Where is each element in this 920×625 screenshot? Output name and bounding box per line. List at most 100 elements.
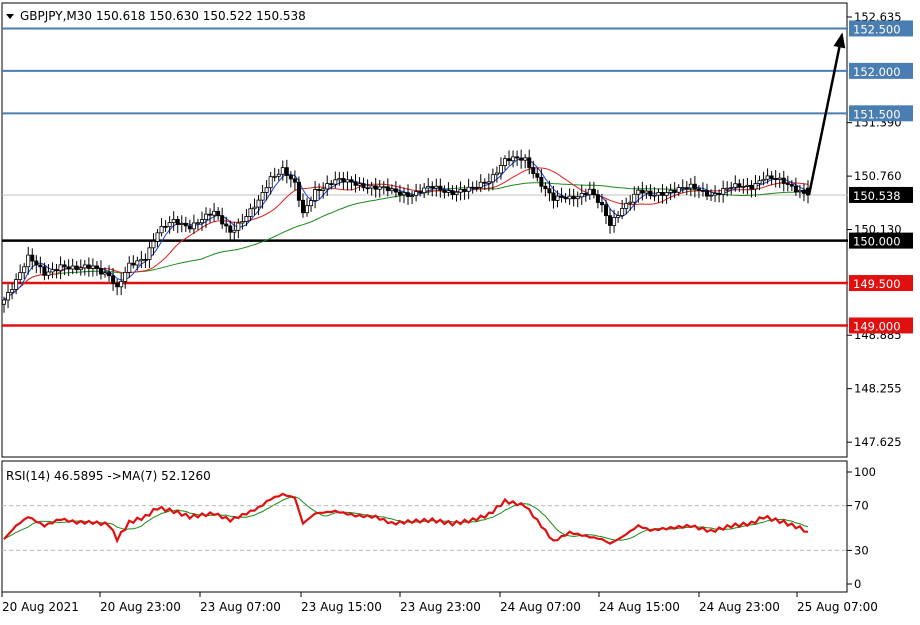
candle-body (785, 183, 790, 185)
candle-body (98, 268, 103, 275)
candle-body (406, 192, 411, 197)
candle (612, 209, 617, 233)
candle (127, 256, 132, 278)
candle-body (781, 177, 786, 184)
candle-body (797, 189, 802, 193)
candle (212, 202, 217, 222)
projection-arrow-line[interactable] (807, 34, 844, 196)
horizontal-levels[interactable] (2, 27, 848, 327)
candle-body (119, 280, 124, 288)
candle (123, 266, 128, 289)
candle (38, 256, 43, 274)
rsi-tick-label: 0 (854, 577, 861, 591)
candle-body (789, 184, 794, 187)
candle-body (171, 219, 176, 223)
candle-body (644, 190, 649, 194)
candle (458, 181, 463, 201)
candle-body (357, 183, 362, 186)
candle-body (377, 186, 382, 190)
candle-body (430, 186, 435, 189)
level-label: 152.000 (853, 65, 901, 79)
candle (381, 181, 386, 195)
candle (543, 182, 548, 197)
candle-body (183, 223, 188, 227)
candle (551, 185, 556, 209)
candle (131, 255, 136, 269)
candle (741, 178, 746, 194)
candle-body (450, 190, 455, 196)
chart-canvas[interactable]: 152.635151.390150.760150.130148.885148.2… (0, 0, 920, 621)
candle-body (656, 191, 661, 196)
candle-body (502, 158, 507, 166)
candle-body (438, 185, 443, 191)
dropdown-triangle-icon[interactable] (6, 14, 14, 19)
candle-body (86, 264, 91, 269)
candle (94, 261, 99, 276)
rsi-ma-line (3, 496, 809, 541)
candle (361, 177, 366, 192)
candle-body (313, 189, 318, 201)
candle-body (361, 183, 366, 189)
candle-body (127, 262, 132, 273)
candle-body (414, 191, 419, 197)
candle-body (462, 189, 467, 192)
candle-body (208, 213, 213, 216)
candle (292, 170, 297, 191)
candle-body (131, 262, 136, 266)
candle-body (551, 192, 556, 201)
candle-body (66, 266, 71, 270)
candle (531, 160, 536, 179)
candle-body (284, 167, 289, 176)
candle-body (58, 264, 63, 272)
candle-body (563, 197, 568, 200)
candle-body (608, 215, 613, 226)
candle (147, 241, 152, 268)
candle (107, 265, 112, 282)
candle-body (139, 258, 144, 262)
candle-body (523, 157, 528, 161)
candle-body (543, 185, 548, 190)
candle-body (595, 194, 600, 203)
candle (58, 256, 63, 280)
candle-body (733, 183, 738, 188)
candle-body (696, 188, 701, 191)
candle-body (680, 187, 685, 189)
time-tick-label: 25 Aug 07:00 (797, 600, 878, 614)
candle-body (232, 229, 237, 233)
candle-body (713, 193, 718, 196)
candle-body (620, 208, 625, 216)
candle-body (482, 181, 487, 184)
candle-body (773, 178, 778, 180)
candle-body (179, 223, 184, 225)
candle-body (325, 183, 330, 190)
candle-body (244, 216, 249, 223)
candle (317, 183, 322, 199)
candle-body (393, 188, 398, 193)
candle-body (664, 192, 669, 196)
candle (78, 259, 83, 276)
candle-body (143, 258, 148, 261)
time-tick-label: 23 Aug 15:00 (301, 600, 382, 614)
candle-body (22, 266, 27, 274)
candle (6, 284, 11, 309)
candle-body (107, 272, 112, 277)
candle-body (248, 208, 253, 217)
candle (745, 178, 750, 195)
candle (608, 208, 613, 234)
candle-body (527, 157, 532, 168)
candle (236, 218, 241, 239)
rsi-lines (3, 492, 809, 545)
candle (462, 185, 467, 200)
candle-body (709, 194, 714, 197)
candle-body (745, 184, 750, 187)
candle (793, 177, 798, 196)
candle-body (199, 219, 204, 224)
candle (143, 253, 148, 268)
candle-body (54, 269, 59, 272)
time-tick-label: 24 Aug 07:00 (500, 600, 581, 614)
candle (785, 175, 790, 192)
candle-body (769, 175, 774, 179)
candle-body (147, 247, 152, 260)
candle (450, 185, 455, 200)
candle-body (599, 202, 604, 206)
